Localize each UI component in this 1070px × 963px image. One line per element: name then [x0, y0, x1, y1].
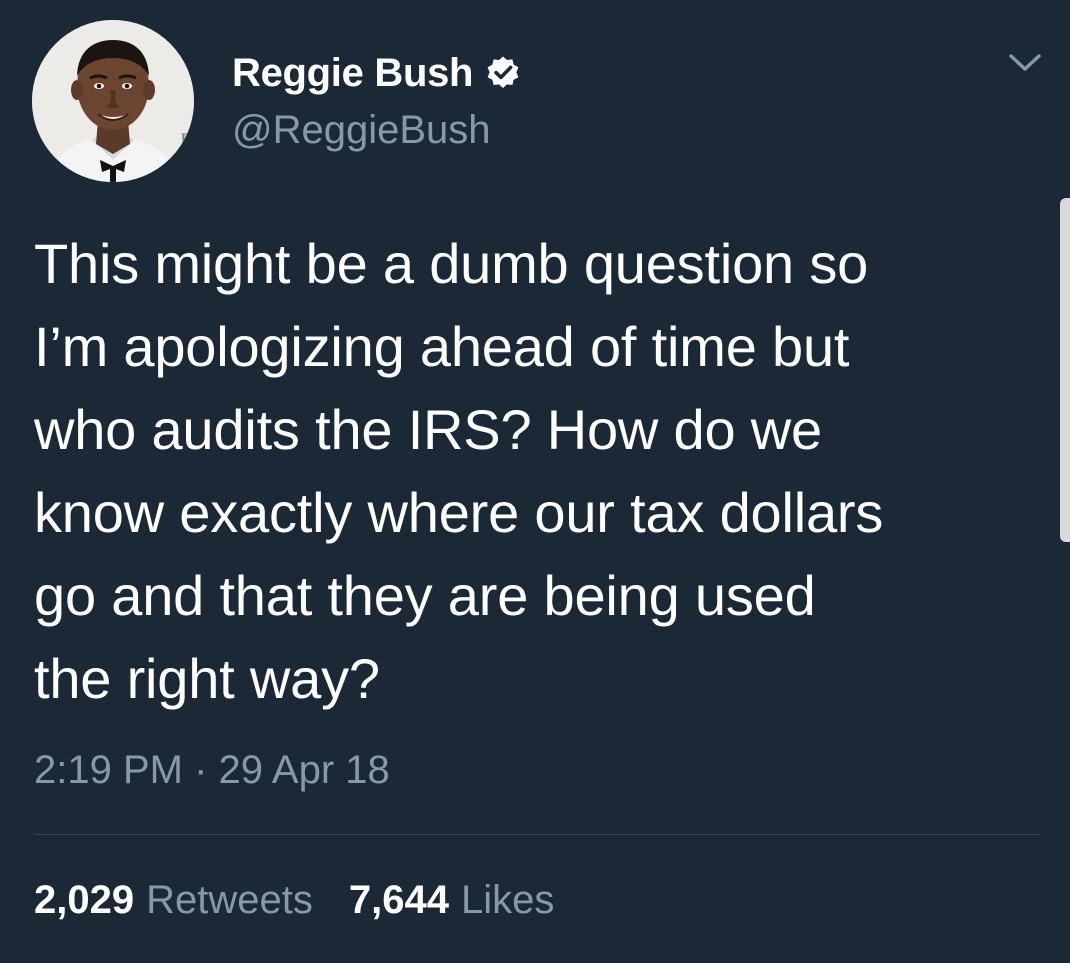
likes-count: 7,644	[348, 878, 449, 922]
likes-label: Likes	[460, 878, 555, 922]
retweets-stat[interactable]: 2,029 Retweets	[34, 878, 313, 923]
retweets-count: 2,029	[34, 878, 135, 922]
scrollbar[interactable]	[1060, 198, 1070, 542]
user-handle[interactable]: @ReggieBush	[232, 108, 491, 153]
author-name-row[interactable]: Reggie Bush	[232, 48, 521, 98]
verified-badge-icon	[485, 55, 521, 91]
svg-text:DC: DC	[180, 128, 194, 153]
likes-stat[interactable]: 7,644 Likes	[349, 878, 555, 923]
display-name[interactable]: Reggie Bush	[232, 51, 473, 96]
chevron-down-icon[interactable]	[1006, 50, 1044, 76]
tweet-stats: 2,029 Retweets 7,644 Likes	[34, 878, 590, 923]
avatar[interactable]: DC	[32, 20, 194, 182]
tweet-timestamp[interactable]: 2:19 PM · 29 Apr 18	[34, 748, 390, 793]
avatar-image: DC	[32, 20, 194, 182]
divider	[34, 834, 1040, 835]
retweets-label: Retweets	[146, 878, 313, 922]
tweet-card: DC	[0, 0, 1070, 963]
tweet-text: This might be a dumb question so I’m apo…	[34, 232, 884, 710]
